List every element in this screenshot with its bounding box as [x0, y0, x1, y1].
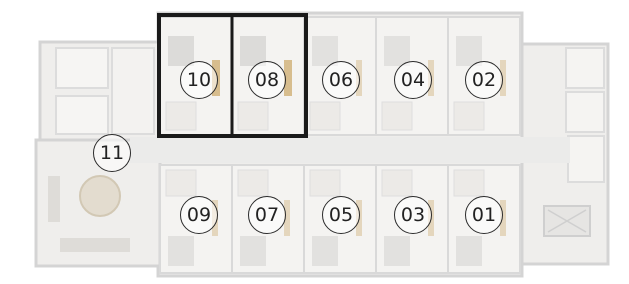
left-wing-room [111, 47, 155, 135]
right-wing-room [567, 135, 605, 183]
unit-label-03: 03 [400, 204, 426, 226]
unit-label-07: 07 [254, 204, 280, 226]
unit-label-09: 09 [186, 204, 212, 226]
unit-label-01: 01 [471, 204, 497, 226]
unit-marker-02[interactable]: 02 [465, 61, 503, 99]
floor-plan [34, 11, 610, 278]
unit-marker-11[interactable]: 11 [93, 134, 131, 172]
unit-label-02: 02 [471, 69, 497, 91]
left-wing-room [55, 47, 109, 89]
unit-label-06: 06 [328, 69, 354, 91]
unit-marker-10[interactable]: 10 [180, 61, 218, 99]
unit-label-04: 04 [400, 69, 426, 91]
unit-label-05: 05 [328, 204, 354, 226]
unit-marker-06[interactable]: 06 [322, 61, 360, 99]
unit-marker-01[interactable]: 01 [465, 196, 503, 234]
unit-label-10: 10 [186, 69, 212, 91]
corridor [130, 137, 570, 163]
unit-label-11: 11 [99, 142, 125, 164]
lounge-table [79, 175, 121, 217]
unit-marker-07[interactable]: 07 [248, 196, 286, 234]
unit-marker-03[interactable]: 03 [394, 196, 432, 234]
lounge-sofa [48, 176, 60, 222]
unit-marker-08[interactable]: 08 [248, 61, 286, 99]
lounge-sofa [60, 238, 130, 252]
unit-marker-05[interactable]: 05 [322, 196, 360, 234]
unit-label-08: 08 [254, 69, 280, 91]
left-wing-room [55, 95, 109, 135]
unit-marker-09[interactable]: 09 [180, 196, 218, 234]
right-wing-room [565, 47, 605, 89]
unit-marker-04[interactable]: 04 [394, 61, 432, 99]
right-wing-room [565, 91, 605, 133]
